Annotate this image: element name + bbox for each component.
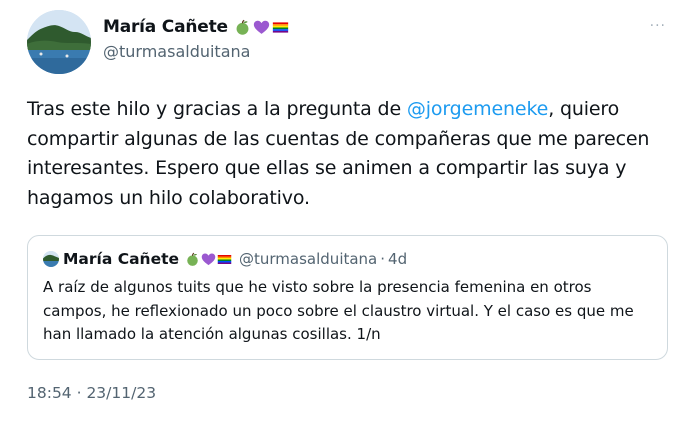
tweet-text-part-1: Tras este hilo y gracias a la pregunta d…: [27, 98, 407, 120]
quoted-avatar: [43, 251, 59, 267]
quoted-tweet-age: 4d: [388, 250, 408, 268]
more-options-icon[interactable]: ···: [650, 18, 666, 34]
author-name-row: María Cañete: [103, 16, 289, 38]
quoted-author-handle: @turmasalduitana: [239, 250, 378, 268]
quoted-author-emojis: [185, 252, 232, 267]
purple-heart-icon: [253, 19, 270, 36]
quoted-author-name: María Cañete: [63, 250, 180, 268]
quoted-separator: ·: [380, 250, 386, 268]
rainbow-flag-icon: [272, 19, 289, 36]
tweet-timestamp[interactable]: 18:54 · 23/11/23: [27, 384, 156, 402]
avatar[interactable]: [27, 10, 91, 74]
quoted-tweet-header: María Cañete @turmasalduitana · 4d: [43, 248, 407, 270]
author-display-name[interactable]: María Cañete: [103, 17, 228, 37]
quoted-tweet-text: A raíz de algunos tuits que he visto sob…: [43, 278, 634, 343]
mention-link[interactable]: @jorgemeneke: [407, 98, 548, 120]
rainbow-flag-icon: [217, 252, 232, 267]
tweet-text: Tras este hilo y gracias a la pregunta d…: [27, 95, 662, 213]
quoted-tweet[interactable]: María Cañete @turmasalduitana · 4d A raí…: [27, 235, 668, 360]
tweet-card: María Cañete @turmasalduitana ··· Tras e…: [0, 0, 688, 422]
purple-heart-icon: [201, 252, 216, 267]
green-apple-icon: [234, 19, 251, 36]
green-apple-icon: [185, 252, 200, 267]
author-handle[interactable]: @turmasalduitana: [103, 42, 250, 61]
author-emojis: [234, 19, 289, 36]
